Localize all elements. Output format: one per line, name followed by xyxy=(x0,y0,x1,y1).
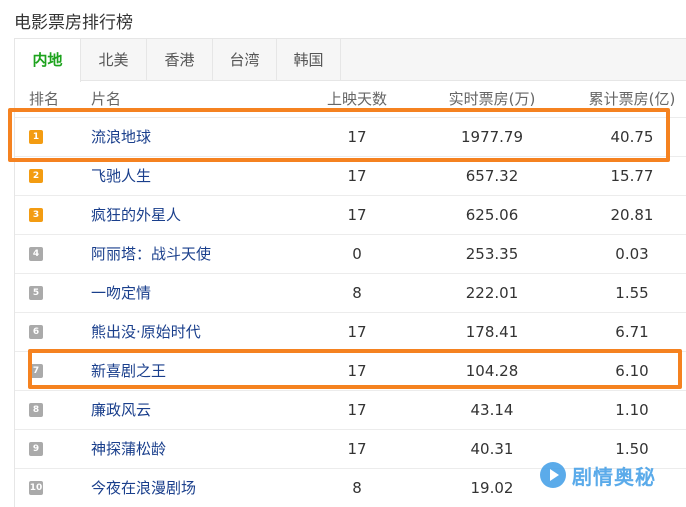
table-row: 7 新喜剧之王 17 104.28 6.10 xyxy=(15,351,686,390)
watermark: 剧情奥秘 xyxy=(540,458,656,492)
header-days: 上映天数 xyxy=(326,90,387,108)
rank-badge: 4 xyxy=(29,247,43,261)
total-box-office: 6.71 xyxy=(615,323,649,341)
realtime-box-office: 178.41 xyxy=(465,323,519,341)
realtime-box-office: 19.02 xyxy=(470,479,514,497)
realtime-box-office: 40.31 xyxy=(470,440,514,458)
days-showing: 17 xyxy=(347,440,367,458)
days-showing: 8 xyxy=(352,284,362,302)
days-showing: 17 xyxy=(347,362,367,380)
rank-badge: 7 xyxy=(29,364,43,378)
days-showing: 17 xyxy=(347,206,367,224)
watermark-text: 剧情奥秘 xyxy=(572,464,656,489)
tab-korea[interactable]: 韩国 xyxy=(277,39,341,81)
realtime-box-office: 222.01 xyxy=(465,284,519,302)
total-box-office: 1.55 xyxy=(615,284,649,302)
days-showing: 8 xyxy=(352,479,362,497)
realtime-box-office: 253.35 xyxy=(465,245,519,263)
total-box-office: 40.75 xyxy=(610,128,654,146)
tab-mainland[interactable]: 内地 xyxy=(15,39,81,82)
movie-title[interactable]: 阿丽塔：战斗天使 xyxy=(91,235,311,274)
page-title: 电影票房排行榜 xyxy=(14,13,133,33)
box-office-panel: 内地 北美 香港 台湾 韩国 排名 片名 上映天数 实时票房(万) 累计票房(亿… xyxy=(14,38,686,507)
movie-title[interactable]: 流浪地球 xyxy=(91,118,311,157)
tab-hong-kong[interactable]: 香港 xyxy=(147,39,213,81)
table-row: 6 熊出没·原始时代 17 178.41 6.71 xyxy=(15,312,686,351)
rank-badge: 10 xyxy=(29,481,43,495)
total-box-office: 0.03 xyxy=(615,245,649,263)
rank-badge: 5 xyxy=(29,286,43,300)
movie-title[interactable]: 熊出没·原始时代 xyxy=(91,313,311,352)
movie-title[interactable]: 新喜剧之王 xyxy=(91,352,311,391)
region-tabs: 内地 北美 香港 台湾 韩国 xyxy=(15,39,686,82)
total-box-office: 20.81 xyxy=(610,206,654,224)
total-box-office: 1.10 xyxy=(615,401,649,419)
days-showing: 17 xyxy=(347,323,367,341)
tab-north-america[interactable]: 北美 xyxy=(81,39,147,81)
table-row: 4 阿丽塔：战斗天使 0 253.35 0.03 xyxy=(15,234,686,273)
table-row: 1 流浪地球 17 1977.79 40.75 xyxy=(15,117,686,156)
play-icon xyxy=(540,462,566,488)
movie-title[interactable]: 一吻定情 xyxy=(91,274,311,313)
header-rank: 排名 xyxy=(29,90,60,108)
total-box-office: 15.77 xyxy=(610,167,654,185)
movie-title[interactable]: 飞驰人生 xyxy=(91,157,311,196)
rank-badge: 2 xyxy=(29,169,43,183)
table-row: 2 飞驰人生 17 657.32 15.77 xyxy=(15,156,686,195)
header-title: 片名 xyxy=(91,90,122,108)
header-realtime: 实时票房(万) xyxy=(448,90,536,108)
movie-title[interactable]: 神探蒲松龄 xyxy=(91,430,311,469)
realtime-box-office: 43.14 xyxy=(470,401,514,419)
table-header: 排名 片名 上映天数 实时票房(万) 累计票房(亿) xyxy=(15,81,686,117)
days-showing: 17 xyxy=(347,167,367,185)
days-showing: 17 xyxy=(347,128,367,146)
movie-title[interactable]: 廉政风云 xyxy=(91,391,311,430)
realtime-box-office: 1977.79 xyxy=(460,128,524,146)
days-showing: 0 xyxy=(352,245,362,263)
table-row: 8 廉政风云 17 43.14 1.10 xyxy=(15,390,686,429)
realtime-box-office: 104.28 xyxy=(465,362,519,380)
movie-title[interactable]: 今夜在浪漫剧场 xyxy=(91,469,311,507)
rank-badge: 1 xyxy=(29,130,43,144)
total-box-office: 6.10 xyxy=(615,362,649,380)
rank-badge: 6 xyxy=(29,325,43,339)
rank-badge: 9 xyxy=(29,442,43,456)
table-row: 5 一吻定情 8 222.01 1.55 xyxy=(15,273,686,312)
rank-badge: 3 xyxy=(29,208,43,222)
movie-title[interactable]: 疯狂的外星人 xyxy=(91,196,311,235)
tab-taiwan[interactable]: 台湾 xyxy=(213,39,277,81)
days-showing: 17 xyxy=(347,401,367,419)
header-total: 累计票房(亿) xyxy=(588,90,676,108)
realtime-box-office: 625.06 xyxy=(465,206,519,224)
table-row: 3 疯狂的外星人 17 625.06 20.81 xyxy=(15,195,686,234)
realtime-box-office: 657.32 xyxy=(465,167,519,185)
rank-badge: 8 xyxy=(29,403,43,417)
